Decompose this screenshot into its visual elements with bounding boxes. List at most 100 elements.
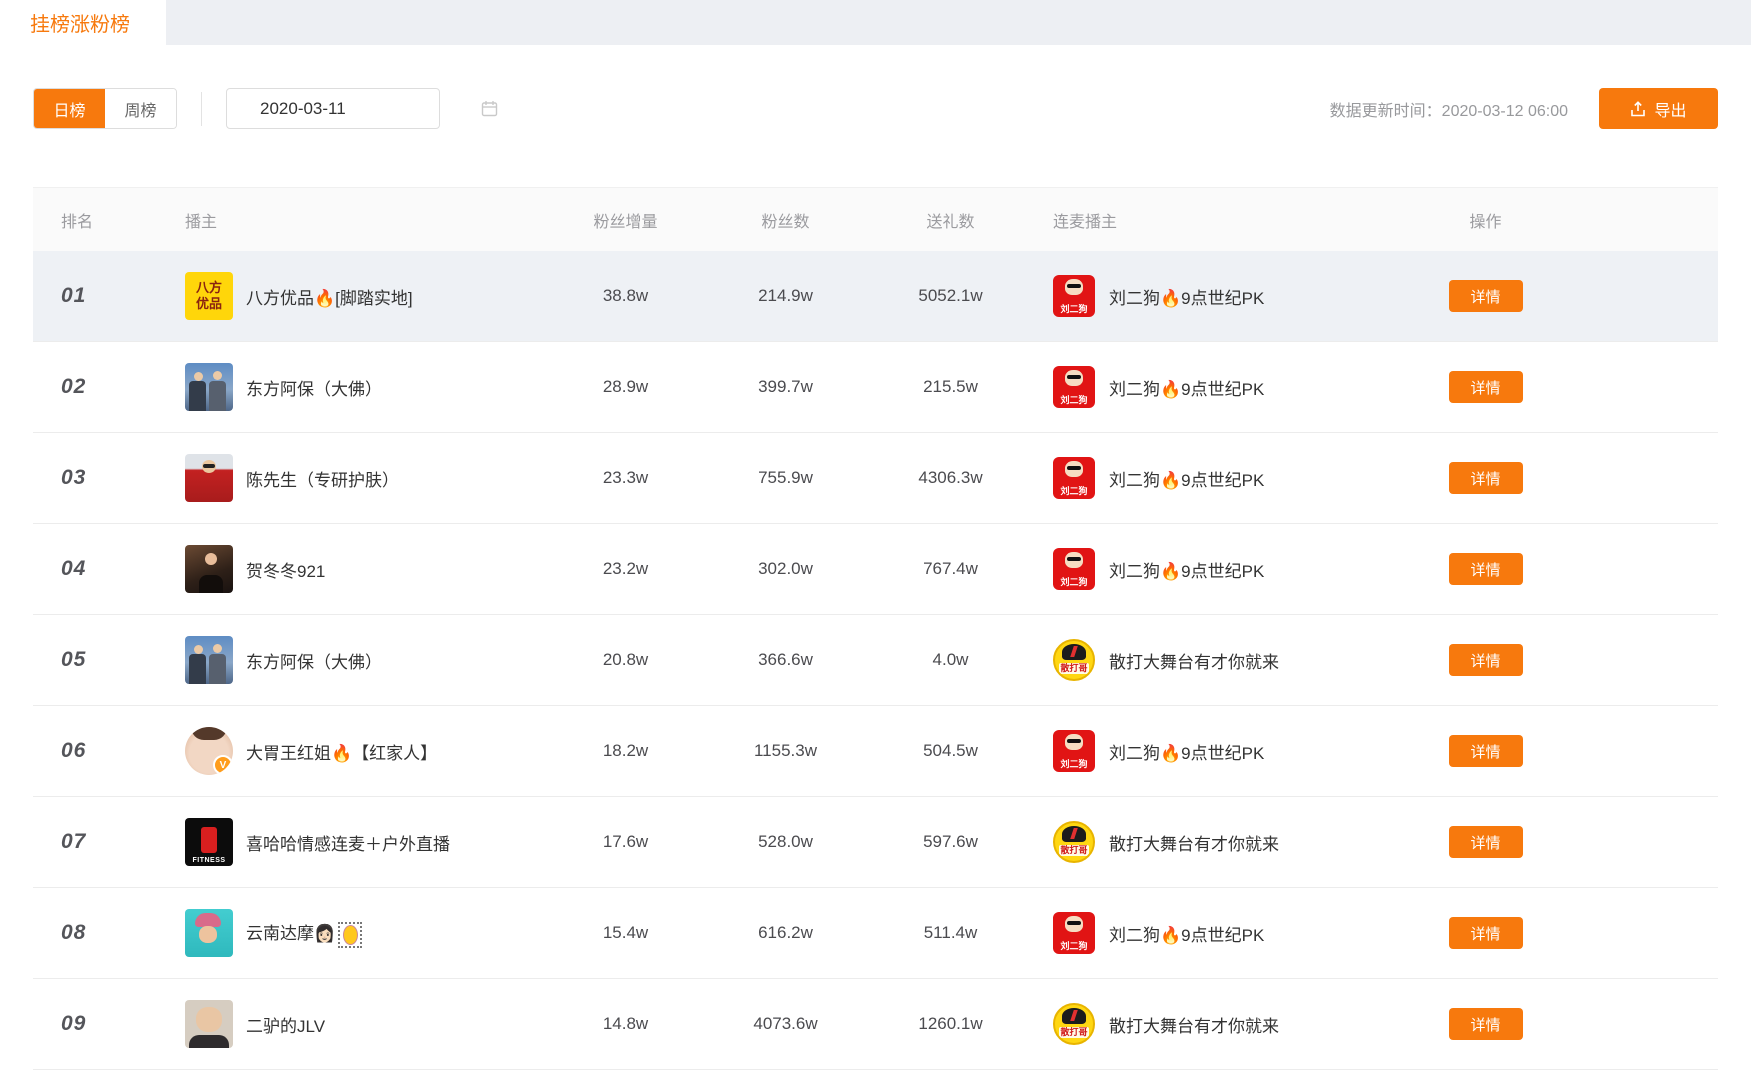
- detail-button[interactable]: 详情: [1449, 1008, 1523, 1040]
- broadcaster-avatar: [185, 1000, 233, 1048]
- date-picker[interactable]: [226, 88, 440, 129]
- tab-leaderboard-label: 挂榜涨粉榜: [30, 8, 130, 37]
- rank-value: 05: [33, 648, 158, 672]
- cohost-avatar-label: 刘二狗: [1053, 487, 1095, 496]
- broadcaster-cell: 东方阿保（大佛）: [158, 363, 558, 411]
- cohost-name: 刘二狗🔥9点世纪PK: [1109, 557, 1264, 582]
- header-rank: 排名: [33, 208, 158, 232]
- broadcaster-name-text: 东方阿保（大佛）: [246, 653, 382, 672]
- broadcaster-cell: 大胃王红姐🔥【红家人】: [158, 727, 558, 775]
- broadcaster-name-text: 陈先生（专研护肤）: [246, 471, 399, 490]
- broadcaster-avatar: [185, 545, 233, 593]
- fan-increase-value: 28.9w: [558, 377, 693, 397]
- broadcaster-name: 云南达摩👩🏻: [246, 919, 362, 948]
- broadcaster-name: 东方阿保（大佛）: [246, 375, 382, 400]
- table-row: 01 八方优品🔥[脚踏实地] 38.8w 214.9w 5052.1w 刘二狗 …: [33, 251, 1718, 342]
- emoji-placeholder-icon: [338, 922, 362, 948]
- daily-rank-button[interactable]: 日榜: [34, 89, 105, 128]
- gift-count-value: 5052.1w: [878, 286, 1023, 306]
- fan-count-value: 214.9w: [693, 286, 878, 306]
- controls-row: 日榜 周榜 数据更新时间：2020-03-12 06:00 导出: [33, 88, 1718, 129]
- cohost-name: 散打大舞台有才你就来: [1109, 830, 1279, 855]
- fan-count-value: 528.0w: [693, 832, 878, 852]
- broadcaster-name-text: 大胃王红姐🔥【红家人】: [246, 744, 437, 763]
- gift-count-value: 504.5w: [878, 741, 1023, 761]
- rank-value: 04: [33, 557, 158, 581]
- data-update-time: 数据更新时间：2020-03-12 06:00: [1330, 97, 1568, 121]
- broadcaster-cell: 东方阿保（大佛）: [158, 636, 558, 684]
- broadcaster-avatar: [185, 636, 233, 684]
- weekly-rank-button[interactable]: 周榜: [105, 89, 176, 128]
- fan-count-value: 755.9w: [693, 468, 878, 488]
- cohost-cell: 散打哥 散打大舞台有才你就来: [1023, 1003, 1423, 1045]
- detail-button[interactable]: 详情: [1449, 735, 1523, 767]
- detail-button[interactable]: 详情: [1449, 371, 1523, 403]
- table-row: 03 陈先生（专研护肤） 23.3w 755.9w 4306.3w 刘二狗 刘二…: [33, 433, 1718, 524]
- header-fan-count: 粉丝数: [693, 208, 878, 232]
- rank-value: 01: [33, 284, 158, 308]
- fan-increase-value: 14.8w: [558, 1014, 693, 1034]
- gift-count-value: 511.4w: [878, 923, 1023, 943]
- header-broadcaster: 播主: [158, 208, 558, 232]
- cohost-avatar: 散打哥: [1053, 1003, 1095, 1045]
- broadcaster-avatar: [185, 818, 233, 866]
- cohost-name: 刘二狗🔥9点世纪PK: [1109, 375, 1264, 400]
- broadcaster-name: 八方优品🔥[脚踏实地]: [246, 284, 413, 309]
- gift-count-value: 4.0w: [878, 650, 1023, 670]
- fan-count-value: 1155.3w: [693, 741, 878, 761]
- broadcaster-name-text: 八方优品🔥[脚踏实地]: [246, 289, 413, 308]
- leaderboard-table: 排名 播主 粉丝增量 粉丝数 送礼数 连麦播主 操作 01 八方优品🔥[脚踏实地…: [33, 187, 1718, 1070]
- rank-value: 03: [33, 466, 158, 490]
- export-icon: [1630, 101, 1646, 117]
- rank-value: 09: [33, 1012, 158, 1036]
- fan-count-value: 366.6w: [693, 650, 878, 670]
- table-header: 排名 播主 粉丝增量 粉丝数 送礼数 连麦播主 操作: [33, 187, 1718, 251]
- cohost-avatar: 刘二狗: [1053, 366, 1095, 408]
- cohost-avatar-label: 刘二狗: [1053, 396, 1095, 405]
- gift-count-value: 4306.3w: [878, 468, 1023, 488]
- date-input[interactable]: [260, 99, 481, 119]
- broadcaster-cell: 云南达摩👩🏻: [158, 909, 558, 957]
- header-fan-increase: 粉丝增量: [558, 208, 693, 232]
- cohost-avatar: 散打哥: [1053, 639, 1095, 681]
- cohost-avatar: 刘二狗: [1053, 548, 1095, 590]
- detail-button[interactable]: 详情: [1449, 553, 1523, 585]
- detail-button[interactable]: 详情: [1449, 644, 1523, 676]
- detail-button[interactable]: 详情: [1449, 917, 1523, 949]
- fan-increase-value: 15.4w: [558, 923, 693, 943]
- broadcaster-name: 贺冬冬921: [246, 557, 325, 582]
- tab-bar: 挂榜涨粉榜: [0, 0, 1751, 45]
- calendar-icon[interactable]: [481, 100, 498, 117]
- cohost-cell: 刘二狗 刘二狗🔥9点世纪PK: [1023, 548, 1423, 590]
- export-button[interactable]: 导出: [1599, 88, 1718, 129]
- fan-increase-value: 18.2w: [558, 741, 693, 761]
- table-row: 07 喜哈哈情感连麦＋户外直播 17.6w 528.0w 597.6w 散打哥 …: [33, 797, 1718, 888]
- detail-button[interactable]: 详情: [1449, 280, 1523, 312]
- fan-increase-value: 17.6w: [558, 832, 693, 852]
- table-row: 06 大胃王红姐🔥【红家人】 18.2w 1155.3w 504.5w 刘二狗 …: [33, 706, 1718, 797]
- gift-count-value: 1260.1w: [878, 1014, 1023, 1034]
- gift-count-value: 767.4w: [878, 559, 1023, 579]
- table-body: 01 八方优品🔥[脚踏实地] 38.8w 214.9w 5052.1w 刘二狗 …: [33, 251, 1718, 1070]
- cohost-cell: 刘二狗 刘二狗🔥9点世纪PK: [1023, 912, 1423, 954]
- table-row: 05 东方阿保（大佛） 20.8w 366.6w 4.0w 散打哥 散打大舞台有…: [33, 615, 1718, 706]
- header-cohost: 连麦播主: [1023, 208, 1423, 232]
- cohost-avatar-label: 刘二狗: [1053, 578, 1095, 587]
- fan-count-value: 399.7w: [693, 377, 878, 397]
- broadcaster-name-text: 云南达摩👩🏻: [246, 924, 335, 943]
- cohost-avatar: 刘二狗: [1053, 730, 1095, 772]
- broadcaster-avatar: [185, 363, 233, 411]
- fan-increase-value: 20.8w: [558, 650, 693, 670]
- cohost-cell: 刘二狗 刘二狗🔥9点世纪PK: [1023, 730, 1423, 772]
- detail-button[interactable]: 详情: [1449, 826, 1523, 858]
- broadcaster-avatar: [185, 454, 233, 502]
- tab-leaderboard[interactable]: 挂榜涨粉榜: [0, 0, 166, 45]
- cohost-avatar: 刘二狗: [1053, 912, 1095, 954]
- broadcaster-cell: 八方优品🔥[脚踏实地]: [158, 272, 558, 320]
- broadcaster-cell: 陈先生（专研护肤）: [158, 454, 558, 502]
- header-gift-count: 送礼数: [878, 208, 1023, 232]
- cohost-name: 散打大舞台有才你就来: [1109, 648, 1279, 673]
- broadcaster-avatar: [185, 909, 233, 957]
- cohost-name: 刘二狗🔥9点世纪PK: [1109, 284, 1264, 309]
- detail-button[interactable]: 详情: [1449, 462, 1523, 494]
